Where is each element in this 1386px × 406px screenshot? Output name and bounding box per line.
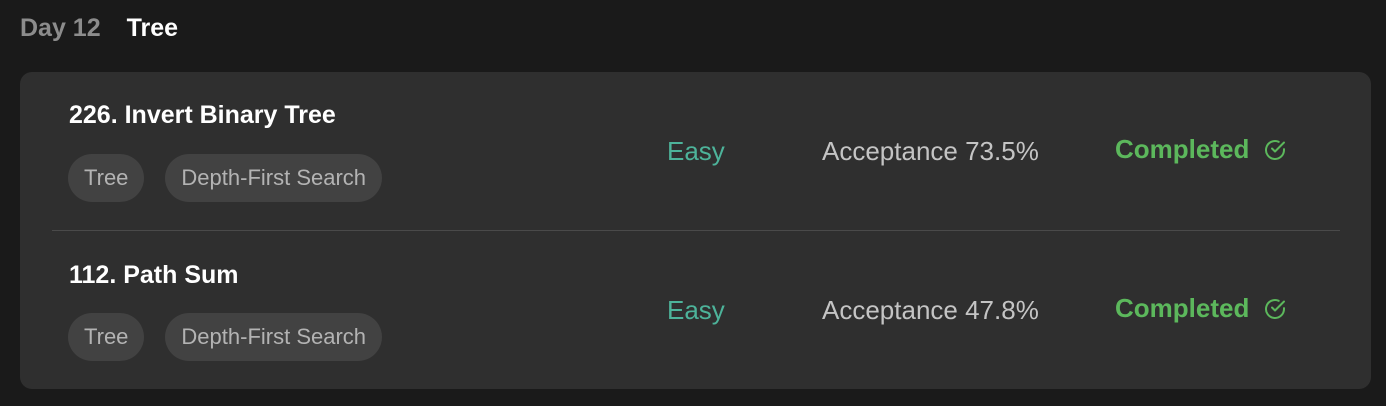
difficulty-label: Easy: [667, 136, 725, 166]
problem-title[interactable]: 226. Invert Binary Tree: [69, 101, 336, 130]
day-header: Day 12 Tree: [20, 10, 178, 46]
tag-chip[interactable]: Depth-First Search: [165, 154, 383, 202]
problem-title[interactable]: 112. Path Sum: [69, 261, 239, 290]
check-circle-icon: [1263, 297, 1287, 321]
acceptance-rate: Acceptance 73.5%: [822, 136, 1039, 166]
check-circle-icon: [1263, 138, 1287, 162]
problem-list-card: 226. Invert Binary Tree Tree Depth-First…: [20, 72, 1371, 389]
difficulty-label: Easy: [667, 295, 725, 325]
problem-row[interactable]: 226. Invert Binary Tree Tree Depth-First…: [20, 72, 1371, 230]
tag-chip[interactable]: Depth-First Search: [165, 313, 383, 361]
day-topic: Tree: [126, 13, 179, 42]
page: Day 12 Tree 226. Invert Binary Tree Tree…: [0, 0, 1386, 406]
problem-row[interactable]: 112. Path Sum Tree Depth-First Search Ea…: [20, 231, 1371, 389]
status-label: Completed: [1115, 134, 1250, 164]
status-completed: Completed: [1115, 134, 1287, 165]
tag-chip[interactable]: Tree: [68, 154, 145, 202]
tag-chip[interactable]: Tree: [68, 313, 145, 361]
acceptance-rate: Acceptance 47.8%: [822, 295, 1039, 325]
day-label: Day 12: [20, 13, 101, 42]
status-label: Completed: [1115, 293, 1250, 323]
tag-list: Tree Depth-First Search: [68, 154, 383, 202]
status-completed: Completed: [1115, 293, 1287, 324]
tag-list: Tree Depth-First Search: [68, 313, 383, 361]
